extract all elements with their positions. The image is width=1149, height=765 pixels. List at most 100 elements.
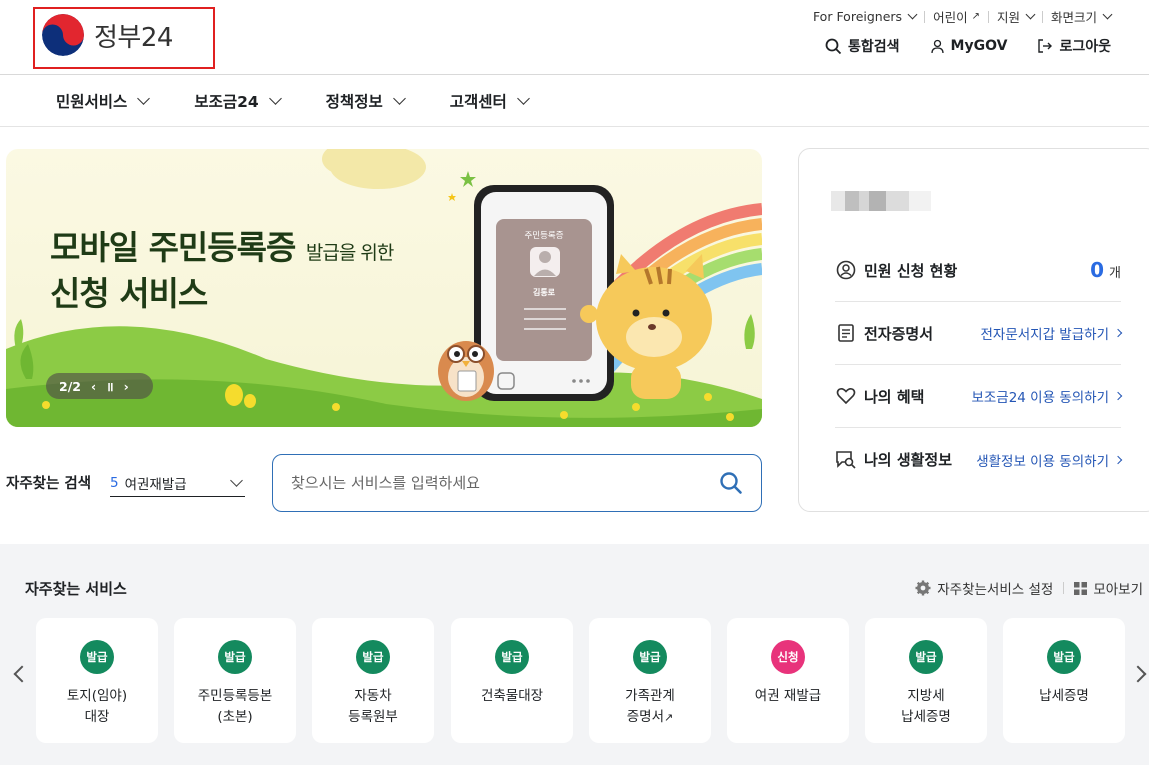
issue-badge: 발급 [633, 640, 667, 674]
service-card-label: 건축물대장 [480, 688, 544, 704]
top-actions: 통합검색 MyGOV 로그아웃 [825, 36, 1111, 56]
chevron-right-icon [1113, 328, 1123, 338]
integrated-search-button[interactable]: 통합검색 [825, 36, 900, 56]
panel-row-link[interactable]: 보조금24 이용 동의하기 [971, 386, 1123, 406]
service-card-family-relation[interactable]: 발급 가족관계 증명서↗ [589, 618, 711, 743]
site-logo[interactable]: 정부24 [42, 14, 173, 56]
mygov-button[interactable]: MyGOV [930, 36, 1007, 56]
count-unit: 개 [1109, 266, 1121, 281]
util-label: 어린이 [933, 10, 968, 25]
issue-badge: 발급 [356, 640, 390, 674]
user-panel: 민원 신청 현황 0 개 전자증명서 전자문서지갑 발급하기 나의 혜택 보조금… [798, 148, 1149, 512]
service-card-label: 토지(임야) 대장 [66, 688, 128, 725]
nav-label: 민원서비스 [56, 92, 128, 111]
chat-search-icon [835, 449, 857, 471]
chevron-down-icon [1025, 9, 1036, 20]
chevron-down-icon [516, 91, 530, 105]
application-count[interactable]: 0 개 [1090, 258, 1121, 282]
nav-divider [0, 126, 1149, 127]
id-card-name: 김통로 [533, 287, 556, 297]
panel-row-label: 전자증명서 [864, 324, 934, 343]
issue-badge: 발급 [1047, 640, 1081, 674]
panel-row-label: 나의 혜택 [864, 387, 925, 406]
pager-count: 2/2 [59, 378, 81, 394]
issue-badge: 발급 [218, 640, 252, 674]
util-screen-size[interactable]: 화면크기 [1043, 7, 1119, 26]
logout-icon [1038, 39, 1053, 53]
util-label: 지원 [996, 10, 1020, 25]
banner-title-line1: 모바일 주민등록증 발급을 위한 [50, 221, 394, 269]
chevron-down-icon [907, 9, 918, 20]
issue-badge: 발급 [909, 640, 943, 674]
view-all-label: 모아보기 [1093, 582, 1143, 598]
service-search-input[interactable] [291, 474, 719, 492]
service-card-land-register[interactable]: 발급 토지(임야) 대장 [36, 618, 158, 743]
service-card-vehicle-register[interactable]: 발급 자동차 등록원부 [312, 618, 434, 743]
util-kids[interactable]: 어린이 ↗ [925, 7, 988, 26]
service-search-box [272, 454, 762, 512]
link-label: 생활정보 이용 동의하기 [976, 453, 1109, 470]
util-foreigners[interactable]: For Foreigners [805, 9, 924, 24]
panel-row-label: 민원 신청 현황 [864, 261, 958, 280]
nav-item-policy-info[interactable]: 정책정보 [326, 90, 406, 112]
issue-badge: 발급 [80, 640, 114, 674]
service-card-passport-reissue[interactable]: 신청 여권 재발급 [727, 618, 849, 743]
action-label: 통합검색 [848, 39, 900, 55]
util-support[interactable]: 지원 [989, 7, 1042, 26]
user-circle-icon [835, 259, 857, 281]
pause-icon[interactable]: ॥ [106, 378, 114, 395]
panel-row-link[interactable]: 전자문서지갑 발급하기 [980, 323, 1123, 343]
frequent-services-settings-button[interactable]: 자주찾는서비스 설정 [915, 578, 1053, 598]
promo-banner[interactable]: 주민등록증 김통로 모바일 주민등록증 발급을 위한 신청 서비스 2/2 ‹ … [6, 149, 762, 427]
panel-row-applications[interactable]: 민원 신청 현황 0 개 [835, 239, 1121, 302]
blurred-user-name [831, 191, 931, 211]
service-card-label: 가족관계 증명서↗ [625, 686, 675, 728]
taegeuk-logo-icon [42, 14, 84, 56]
frequent-search-select[interactable]: 5 여권재발급 [110, 470, 245, 497]
util-label: For Foreigners [812, 9, 903, 24]
nav-item-civil-services[interactable]: 민원서비스 [56, 90, 151, 112]
panel-row-benefits[interactable]: 나의 혜택 보조금24 이용 동의하기 [835, 365, 1123, 428]
banner-title-small: 발급을 위한 [305, 242, 394, 264]
apply-badge: 신청 [771, 640, 805, 674]
link-label: 전자문서지갑 발급하기 [980, 327, 1110, 343]
service-card-label: 지방세 납세증명 [901, 688, 951, 725]
chevron-down-icon [268, 91, 282, 105]
external-link-icon: ↗ [971, 11, 980, 22]
user-icon [930, 39, 944, 53]
chevron-down-icon [1102, 9, 1113, 20]
chevron-down-icon [137, 91, 151, 105]
count-value: 0 [1090, 258, 1105, 282]
chevron-right-icon [1113, 391, 1123, 401]
chevron-down-icon [230, 474, 243, 487]
settings-label: 자주찾는서비스 설정 [937, 582, 1054, 598]
next-slide-icon[interactable]: › [124, 379, 129, 394]
panel-row-life-info[interactable]: 나의 생활정보 생활정보 이용 동의하기 [835, 428, 1123, 491]
service-card-resident-register[interactable]: 발급 주민등록등본 (초본) [174, 618, 296, 743]
banner-pager: 2/2 ‹ ॥ › [46, 373, 153, 399]
panel-row-e-certificate[interactable]: 전자증명서 전자문서지갑 발급하기 [835, 302, 1123, 365]
service-card-building-register[interactable]: 발급 건축물대장 [451, 618, 573, 743]
heart-icon [835, 385, 857, 407]
service-card-label: 여권 재발급 [754, 688, 822, 704]
link-label: 보조금24 이용 동의하기 [971, 390, 1109, 406]
panel-row-link[interactable]: 생활정보 이용 동의하기 [976, 450, 1123, 470]
nav-item-customer-center[interactable]: 고객센터 [449, 90, 530, 112]
nav-item-subsidy24[interactable]: 보조금24 [194, 90, 282, 112]
view-all-button[interactable]: 모아보기 [1074, 578, 1143, 598]
service-card-tax-payment[interactable]: 발급 납세증명 [1003, 618, 1125, 743]
gear-icon [915, 580, 931, 596]
search-icon [825, 38, 842, 54]
action-label: 로그아웃 [1059, 39, 1111, 55]
frequent-search-value: 여권재발급 [124, 477, 187, 493]
banner-title-main: 모바일 주민등록증 [50, 228, 296, 267]
search-icon[interactable] [719, 471, 743, 495]
divider [1063, 582, 1065, 594]
service-card-local-tax[interactable]: 발급 지방세 납세증명 [865, 618, 987, 743]
issue-badge: 발급 [495, 640, 529, 674]
nav-label: 고객센터 [449, 92, 507, 111]
frequent-search-rank: 5 [110, 475, 119, 491]
document-icon [835, 322, 857, 344]
logout-button[interactable]: 로그아웃 [1037, 36, 1111, 56]
prev-slide-icon[interactable]: ‹ [91, 379, 96, 394]
